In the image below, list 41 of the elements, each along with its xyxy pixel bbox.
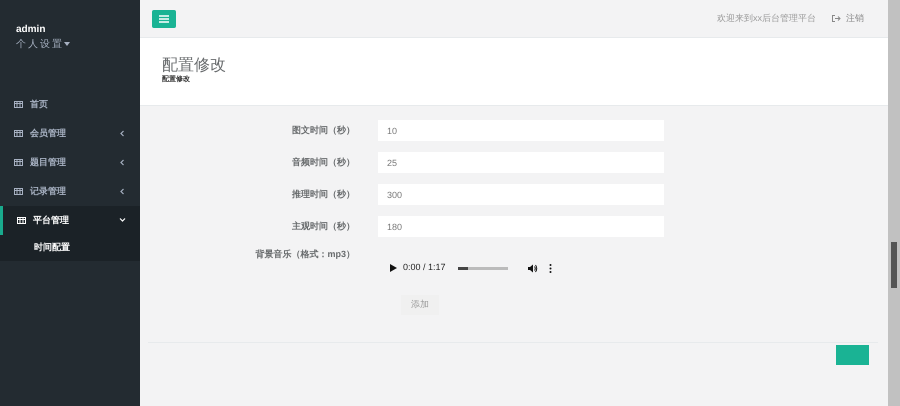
field-label: 主观时间（秒） [291, 220, 356, 233]
caret-icon [64, 42, 70, 46]
page-title: 配置修改 [162, 56, 227, 75]
field-label: 推理时间（秒） [291, 188, 356, 201]
user-name: admin [16, 23, 46, 37]
profile-menu[interactable]: 个人设置 [16, 39, 70, 50]
logout-link[interactable]: 注销 [832, 12, 864, 26]
audio-time: 0:00 / 1:17 [403, 261, 446, 274]
sidebar-item[interactable]: 记录管理 [0, 177, 140, 206]
scrollbar-thumb[interactable] [891, 242, 897, 288]
grid-icon [14, 159, 23, 166]
welcome-text: 欢迎来到xx后台管理平台 [717, 12, 816, 25]
sidebar-item[interactable]: 首页 [0, 90, 140, 119]
menu-button[interactable] [152, 10, 176, 28]
menu-icon [159, 14, 169, 22]
chevron-down-icon [119, 217, 126, 224]
field-label: 图文时间（秒） [291, 124, 356, 137]
grid-icon [14, 130, 23, 137]
more-icon[interactable] [548, 264, 552, 272]
sidebar-item[interactable]: 会员管理 [0, 119, 140, 148]
input-field[interactable]: 10 [378, 120, 664, 141]
input-field[interactable]: 180 [378, 216, 664, 237]
logout-icon [832, 15, 841, 22]
chevron-left-icon [119, 188, 126, 195]
volume-icon[interactable] [528, 264, 538, 272]
input-field[interactable]: 300 [378, 184, 664, 205]
grid-icon [17, 217, 26, 224]
grid-icon [14, 101, 23, 108]
chevron-left-icon [119, 159, 126, 166]
field-label: 音频时间（秒） [291, 156, 356, 169]
chevron-left-icon [119, 130, 126, 137]
sidebar-item[interactable]: 题目管理 [0, 148, 140, 177]
audio-player[interactable]: 0:00 / 1:17 [378, 258, 552, 278]
audio-progress-track[interactable] [458, 266, 508, 270]
play-icon[interactable] [390, 264, 397, 272]
grid-icon [14, 188, 23, 195]
field-label: 背景音乐（格式：mp3） [254, 248, 356, 261]
sidebar-subitem[interactable]: 时间配置 [0, 235, 140, 260]
scrollbar[interactable] [888, 0, 900, 406]
input-field[interactable]: 25 [378, 152, 664, 173]
sidebar-item[interactable]: 平台管理 [0, 206, 140, 235]
